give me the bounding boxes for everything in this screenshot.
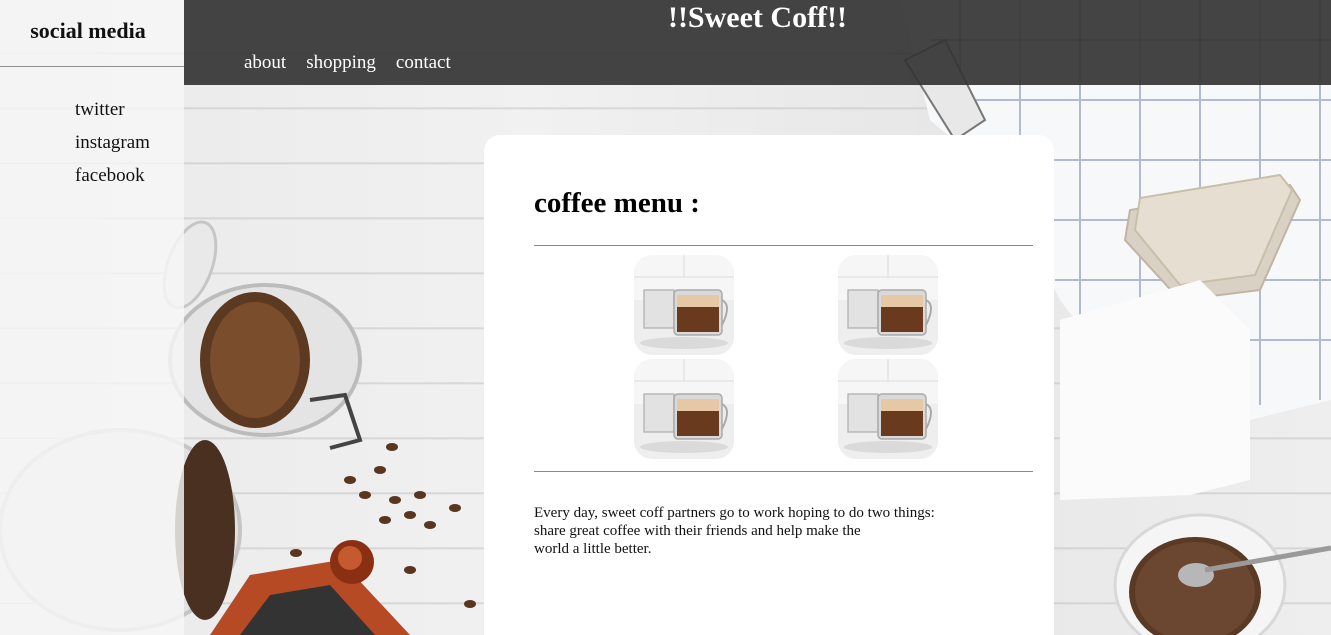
coffee-cup-image <box>838 359 938 459</box>
napkin <box>1060 280 1250 500</box>
ground-coffee-bowl <box>1113 513 1331 635</box>
main-nav: about shopping contact <box>244 52 451 74</box>
page-title: coffee menu : <box>534 187 700 219</box>
sidebar-divider <box>0 66 184 67</box>
social-link-instagram[interactable]: instagram <box>75 126 150 159</box>
coffee-grinder <box>210 540 410 635</box>
content-card: coffee menu : Every day, sweet coff part… <box>484 135 1054 635</box>
divider-top <box>534 245 1033 246</box>
coffee-bean-jar <box>162 220 363 450</box>
coffee-cup-image <box>838 255 938 355</box>
coffee-cup-image <box>634 359 734 459</box>
menu-item-2[interactable] <box>838 255 938 355</box>
divider-bottom <box>534 471 1033 472</box>
nav-link-contact[interactable]: contact <box>396 52 451 74</box>
top-header: !!Sweet Coff!! about shopping contact <box>184 0 1331 85</box>
coffee-cup-image <box>634 255 734 355</box>
description-line: share great coffee with their friends an… <box>534 523 861 539</box>
nav-link-about[interactable]: about <box>244 52 286 74</box>
site-title: !!Sweet Coff!! <box>667 1 848 34</box>
sidebar: social media twitter instagram facebook <box>0 0 184 635</box>
description-line: world a little better. <box>534 541 652 557</box>
social-link-twitter[interactable]: twitter <box>75 93 150 126</box>
social-links: twitter instagram facebook <box>75 93 150 192</box>
menu-item-4[interactable] <box>838 359 938 459</box>
nav-link-shopping[interactable]: shopping <box>306 52 376 74</box>
sidebar-title: social media <box>30 18 146 43</box>
description-text: Every day, sweet coff partners go to wor… <box>534 504 974 558</box>
social-link-facebook[interactable]: facebook <box>75 159 150 192</box>
menu-item-3[interactable] <box>634 359 734 459</box>
description-line: Every day, sweet coff partners go to wor… <box>534 505 935 521</box>
menu-item-1[interactable] <box>634 255 734 355</box>
page: social media twitter instagram facebook … <box>0 0 1331 635</box>
